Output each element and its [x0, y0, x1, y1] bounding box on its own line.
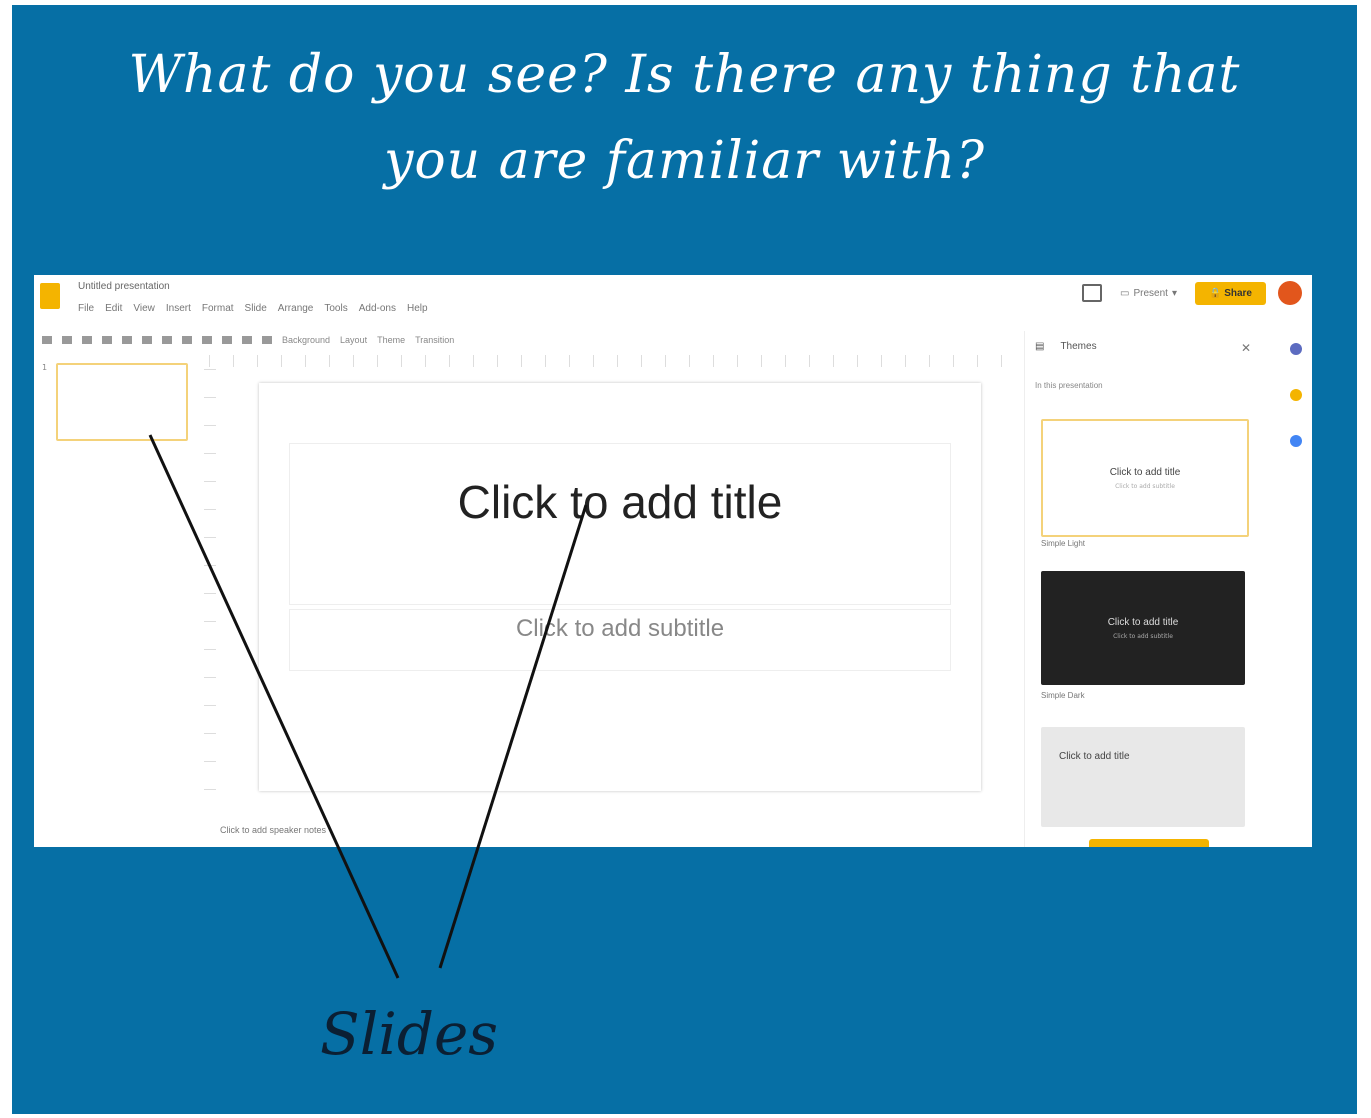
side-rail: [1282, 331, 1312, 531]
menu-format[interactable]: Format: [202, 303, 234, 314]
menu-tools[interactable]: Tools: [324, 303, 347, 314]
calendar-icon[interactable]: [1290, 343, 1302, 355]
slide-filmstrip: 1: [34, 355, 199, 845]
theme-card-title: Click to add title: [1059, 751, 1130, 762]
menu-arrange[interactable]: Arrange: [278, 303, 314, 314]
theme-card-subtitle: Click to add subtitle: [1113, 633, 1173, 640]
menu-view[interactable]: View: [133, 303, 155, 314]
theme-card-streamline[interactable]: Click to add title: [1041, 727, 1245, 827]
theme-card-subtitle: Click to add subtitle: [1115, 483, 1175, 490]
menu-bar: File Edit View Insert Format Slide Arran…: [78, 303, 428, 314]
heading-line-2: you are familiar with?: [383, 131, 986, 191]
heading-line-1: What do you see? Is there any thing that: [128, 45, 1241, 105]
shape-icon[interactable]: [222, 336, 232, 344]
comment-icon[interactable]: [262, 336, 272, 344]
menu-edit[interactable]: Edit: [105, 303, 122, 314]
menu-file[interactable]: File: [78, 303, 94, 314]
zoom-icon[interactable]: [142, 336, 152, 344]
menu-slide[interactable]: Slide: [245, 303, 267, 314]
title-placeholder[interactable]: Click to add title: [259, 475, 981, 529]
transition-button[interactable]: Transition: [415, 335, 454, 345]
layout-button[interactable]: Layout: [340, 335, 367, 345]
vertical-ruler: [204, 369, 216, 809]
avatar[interactable]: [1278, 281, 1302, 305]
document-title[interactable]: Untitled presentation: [78, 281, 170, 292]
menu-help[interactable]: Help: [407, 303, 428, 314]
import-theme-button[interactable]: [1089, 839, 1209, 847]
slide-number: 1: [42, 363, 48, 372]
share-button[interactable]: 🔒 Share: [1194, 281, 1266, 305]
slide-thumbnail[interactable]: [56, 363, 188, 441]
close-icon[interactable]: ✕: [1241, 341, 1251, 355]
slide-heading: What do you see? Is there any thing that…: [12, 32, 1357, 204]
theme-name-simple-dark: Simple Dark: [1041, 691, 1085, 700]
new-slide-icon[interactable]: [42, 336, 52, 344]
slide-canvas[interactable]: Click to add title Click to add subtitle: [259, 383, 981, 791]
chevron-down-icon[interactable]: ▾: [1172, 288, 1177, 299]
background-button[interactable]: Background: [282, 335, 330, 345]
present-label: Present: [1133, 287, 1168, 299]
present-button[interactable]: ▭ Present ▾: [1114, 284, 1183, 303]
horizontal-ruler: [209, 355, 1021, 367]
select-icon[interactable]: [162, 336, 172, 344]
themes-panel: ▤ Themes ✕ In this presentation Click to…: [1024, 331, 1265, 847]
redo-icon[interactable]: [82, 336, 92, 344]
paint-format-icon[interactable]: [122, 336, 132, 344]
themes-title: Themes: [1060, 341, 1097, 352]
themes-header: ▤ Themes: [1035, 341, 1097, 352]
theme-card-title: Click to add title: [1109, 467, 1181, 478]
embedded-slides-screenshot: Untitled presentation File Edit View Ins…: [34, 275, 1312, 847]
menu-addons[interactable]: Add-ons: [359, 303, 396, 314]
themes-icon: ▤: [1035, 341, 1045, 352]
print-icon[interactable]: [102, 336, 112, 344]
menu-insert[interactable]: Insert: [166, 303, 191, 314]
tasks-icon[interactable]: [1290, 435, 1302, 447]
lock-icon: 🔒: [1208, 287, 1222, 299]
theme-card-title: Click to add title: [1107, 617, 1179, 628]
theme-card-simple-dark[interactable]: Click to add title Click to add subtitle: [1041, 571, 1245, 685]
text-box-icon[interactable]: [182, 336, 192, 344]
themes-subtitle: In this presentation: [1035, 381, 1103, 390]
theme-button[interactable]: Theme: [377, 335, 405, 345]
theme-card-simple-light[interactable]: Click to add title Click to add subtitle: [1041, 419, 1249, 537]
toolbar: Background Layout Theme Transition: [42, 331, 1014, 349]
share-label: Share: [1224, 287, 1252, 299]
top-right-actions: ▭ Present ▾ 🔒 Share: [1082, 281, 1302, 305]
slides-caption: Slides: [320, 1000, 499, 1068]
line-icon[interactable]: [242, 336, 252, 344]
slides-logo-icon[interactable]: [40, 283, 60, 309]
comment-history-icon[interactable]: [1082, 284, 1103, 302]
undo-icon[interactable]: [62, 336, 72, 344]
keep-icon[interactable]: [1290, 389, 1302, 401]
speaker-notes[interactable]: Click to add speaker notes: [220, 825, 326, 835]
image-icon[interactable]: [202, 336, 212, 344]
present-icon: ▭: [1120, 287, 1130, 299]
subtitle-placeholder[interactable]: Click to add subtitle: [259, 615, 981, 643]
theme-name-simple-light: Simple Light: [1041, 539, 1086, 548]
